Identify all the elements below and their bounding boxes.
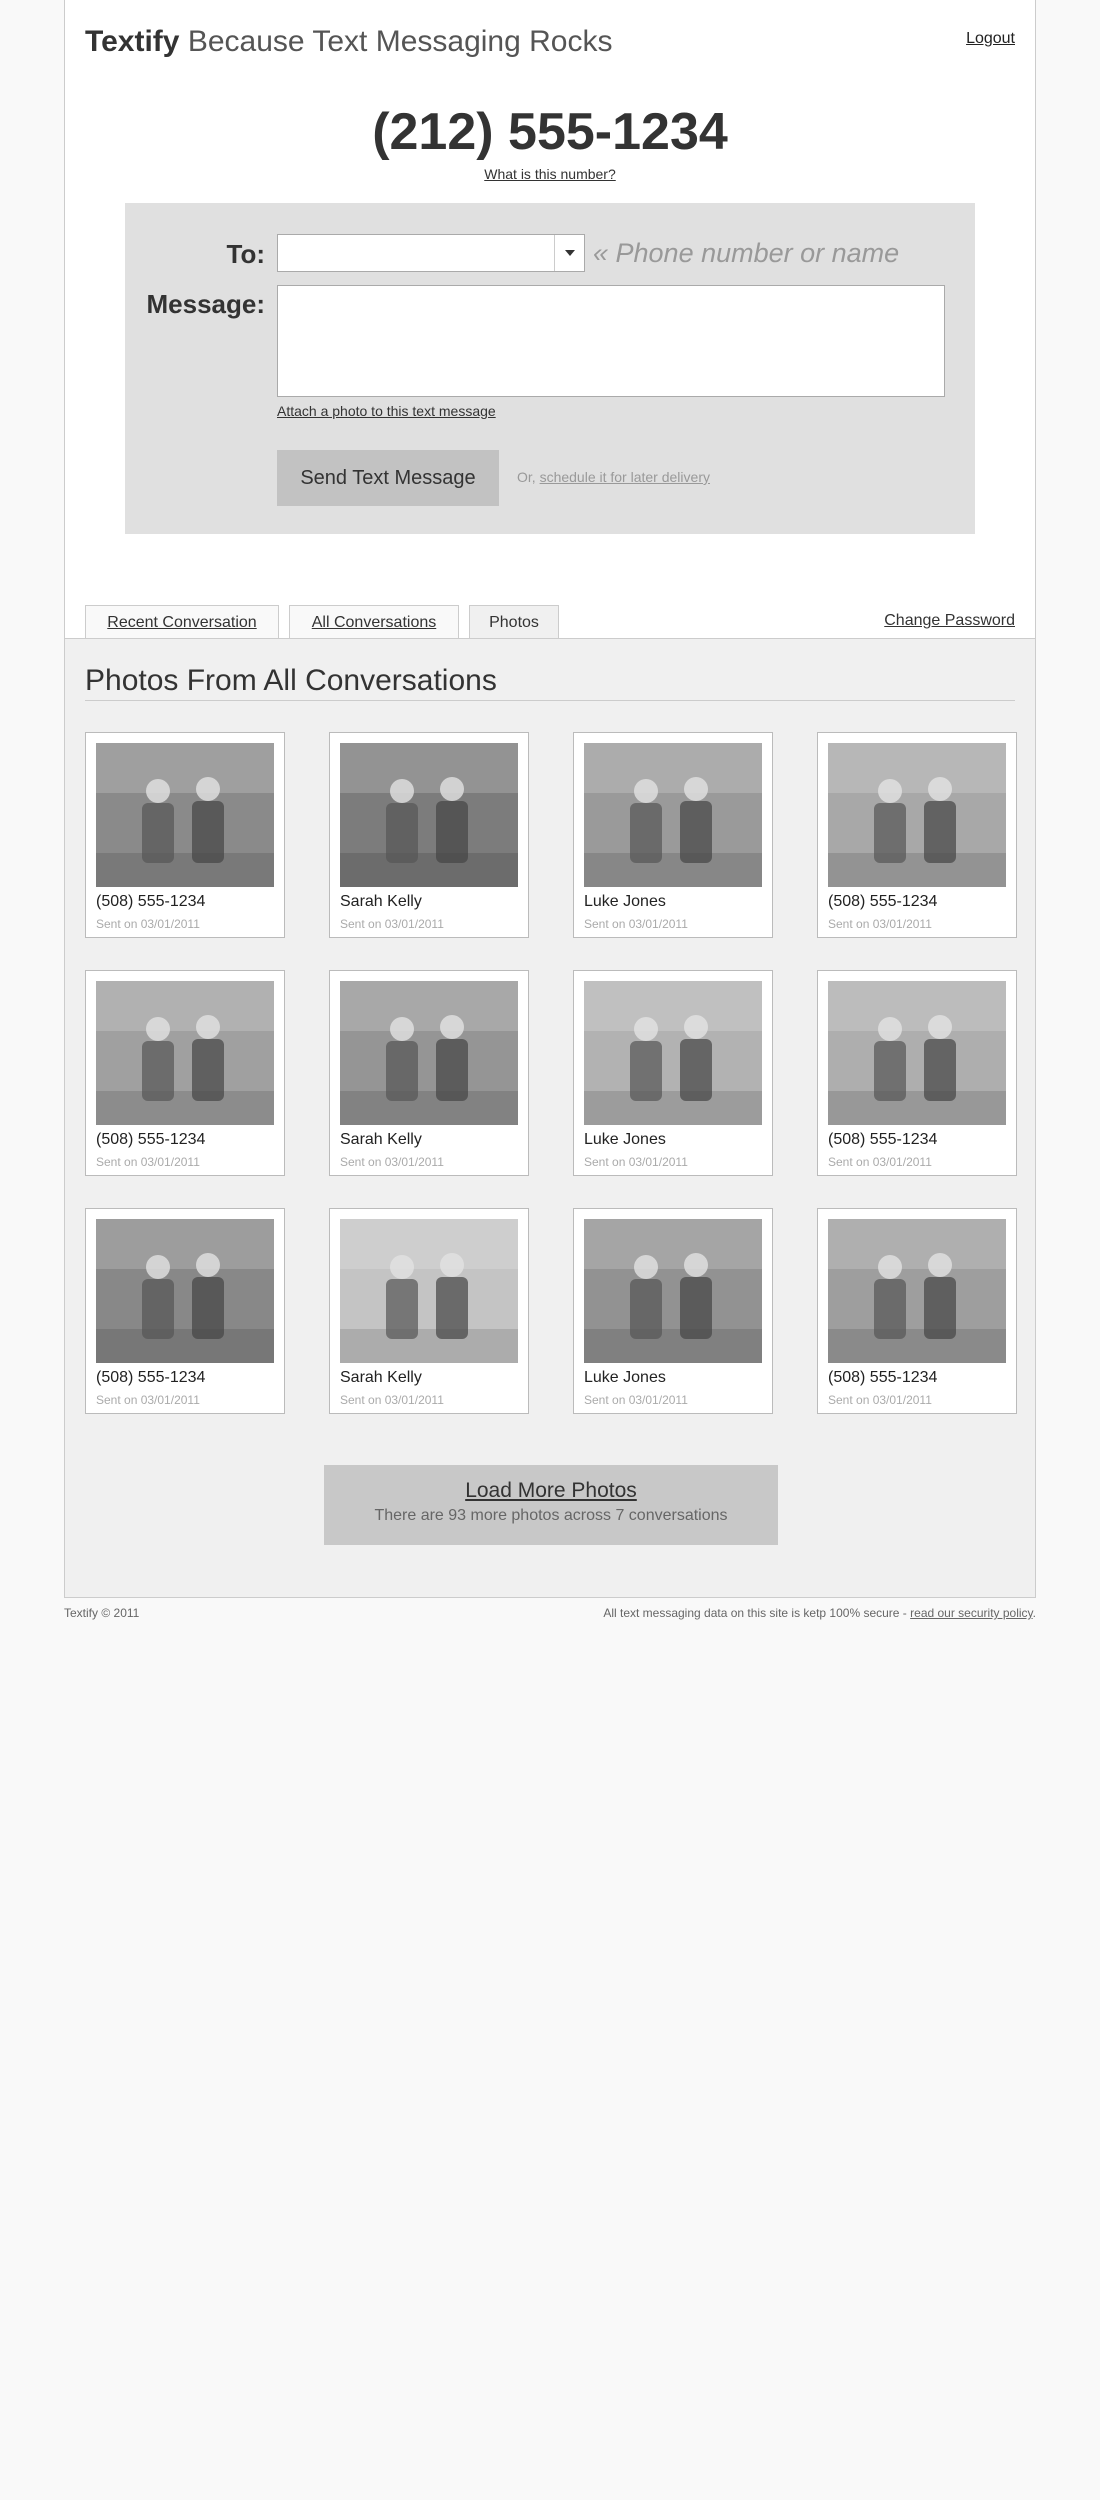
photo-sender: (508) 555-1234 [828,1131,938,1148]
photo-card[interactable]: Sarah Kelly Sent on 03/01/2011 [329,1208,529,1414]
photo-sender: Sarah Kelly [340,1131,422,1148]
brand-tagline: Because Text Messaging Rocks [187,25,613,58]
what-is-this-number-link[interactable]: What is this number? [484,166,616,182]
photo-thumbnail[interactable] [340,981,518,1125]
photo-sent-date: Sent on 03/01/2011 [96,1393,200,1407]
photo-card[interactable]: Luke Jones Sent on 03/01/2011 [573,732,773,938]
schedule-later-link[interactable]: schedule it for later delivery [540,469,710,485]
send-text-message-button[interactable]: Send Text Message [277,450,499,506]
photos-panel: Photos From All Conversations (508) 555-… [65,639,1035,1597]
compose-form: To: « Phone number or name Message: Atta… [125,203,975,534]
logout-link[interactable]: Logout [966,30,1015,48]
footer-security-text: All text messaging data on this site is … [603,1606,907,1620]
photo-sender: Sarah Kelly [340,1369,422,1386]
recipient-dropdown-button[interactable] [554,235,584,271]
schedule-later: Or, schedule it for later delivery [517,469,710,485]
phone-number: (212) 555-1234 [372,103,728,161]
photo-sent-date: Sent on 03/01/2011 [340,917,444,931]
page-container: Textify Because Text Messaging Rocks Log… [64,0,1036,1598]
photo-sent-date: Sent on 03/01/2011 [584,1393,688,1407]
photo-thumbnail[interactable] [96,1219,274,1363]
schedule-prefix: Or, [517,469,536,485]
photo-sender: Luke Jones [584,1131,666,1148]
photo-sender: (508) 555-1234 [828,1369,938,1386]
recipient-combobox [277,234,585,272]
load-more-subtext: There are 93 more photos across 7 conver… [374,1507,728,1524]
photo-card[interactable]: (508) 555-1234 Sent on 03/01/2011 [817,970,1017,1176]
tab-all-label: All Conversations [311,614,437,631]
section-title: Photos From All Conversations [85,664,497,697]
to-label: To: [226,239,266,269]
photo-card[interactable]: Luke Jones Sent on 03/01/2011 [573,970,773,1176]
photo-sender: (508) 555-1234 [96,1131,206,1148]
photo-sent-date: Sent on 03/01/2011 [584,1155,688,1169]
photo-card[interactable]: Luke Jones Sent on 03/01/2011 [573,1208,773,1414]
photo-card[interactable]: Sarah Kelly Sent on 03/01/2011 [329,732,529,938]
message-label: Message: [146,289,266,319]
section-divider [85,700,1015,701]
recipient-hint: « Phone number or name [593,238,900,268]
photo-thumbnail[interactable] [96,981,274,1125]
photo-thumbnail[interactable] [584,1219,762,1363]
photo-thumbnail[interactable] [340,1219,518,1363]
photo-sent-date: Sent on 03/01/2011 [340,1155,444,1169]
photo-sent-date: Sent on 03/01/2011 [828,1393,932,1407]
photo-sender: Sarah Kelly [340,893,422,910]
photo-sender: (508) 555-1234 [828,893,938,910]
photo-sender: Luke Jones [584,893,666,910]
photo-sent-date: Sent on 03/01/2011 [584,917,688,931]
photo-card[interactable]: (508) 555-1234 Sent on 03/01/2011 [817,1208,1017,1414]
photo-thumbnail[interactable] [96,743,274,887]
photo-sent-date: Sent on 03/01/2011 [96,1155,200,1169]
attach-photo-link[interactable]: Attach a photo to this text message [277,403,496,419]
photo-sender: Luke Jones [584,1369,666,1386]
number-help: What is this number? [65,166,1035,182]
tab-all-conversations[interactable]: All Conversations [289,605,459,639]
photo-card[interactable]: (508) 555-1234 Sent on 03/01/2011 [85,1208,285,1414]
photo-sender: (508) 555-1234 [96,893,206,910]
photo-thumbnail[interactable] [828,1219,1006,1363]
load-more-label: Load More Photos [465,1479,637,1502]
photo-sender: (508) 555-1234 [96,1369,206,1386]
brand-name: Textify [85,25,180,58]
tab-recent-label: Recent Conversation [107,614,257,631]
photo-sent-date: Sent on 03/01/2011 [828,1155,932,1169]
caret-down-icon [565,250,575,256]
photo-thumbnail[interactable] [584,743,762,887]
tab-photos-label: Photos [489,614,539,631]
photo-sent-date: Sent on 03/01/2011 [340,1393,444,1407]
photo-thumbnail[interactable] [340,743,518,887]
load-more-button[interactable]: Load More Photos There are 93 more photo… [324,1465,778,1545]
photo-sent-date: Sent on 03/01/2011 [828,917,932,931]
footer-security: All text messaging data on this site is … [603,1606,1036,1620]
photo-card[interactable]: (508) 555-1234 Sent on 03/01/2011 [85,732,285,938]
tab-photos[interactable]: Photos [469,605,559,640]
photo-thumbnail[interactable] [828,743,1006,887]
photo-card[interactable]: Sarah Kelly Sent on 03/01/2011 [329,970,529,1176]
message-textarea[interactable] [277,285,945,397]
photo-thumbnail[interactable] [828,981,1006,1125]
photo-card[interactable]: (508) 555-1234 Sent on 03/01/2011 [85,970,285,1176]
photo-sent-date: Sent on 03/01/2011 [96,917,200,931]
photo-card[interactable]: (508) 555-1234 Sent on 03/01/2011 [817,732,1017,938]
footer-copyright: Textify © 2011 [64,1606,140,1620]
security-policy-link[interactable]: read our security policy [910,1606,1033,1620]
photo-thumbnail[interactable] [584,981,762,1125]
brand: Textify Because Text Messaging Rocks [85,24,612,60]
tab-recent-conversation[interactable]: Recent Conversation [85,605,279,639]
change-password-link[interactable]: Change Password [884,612,1015,630]
footer-security-end: . [1032,1606,1036,1620]
recipient-input[interactable] [278,235,548,271]
